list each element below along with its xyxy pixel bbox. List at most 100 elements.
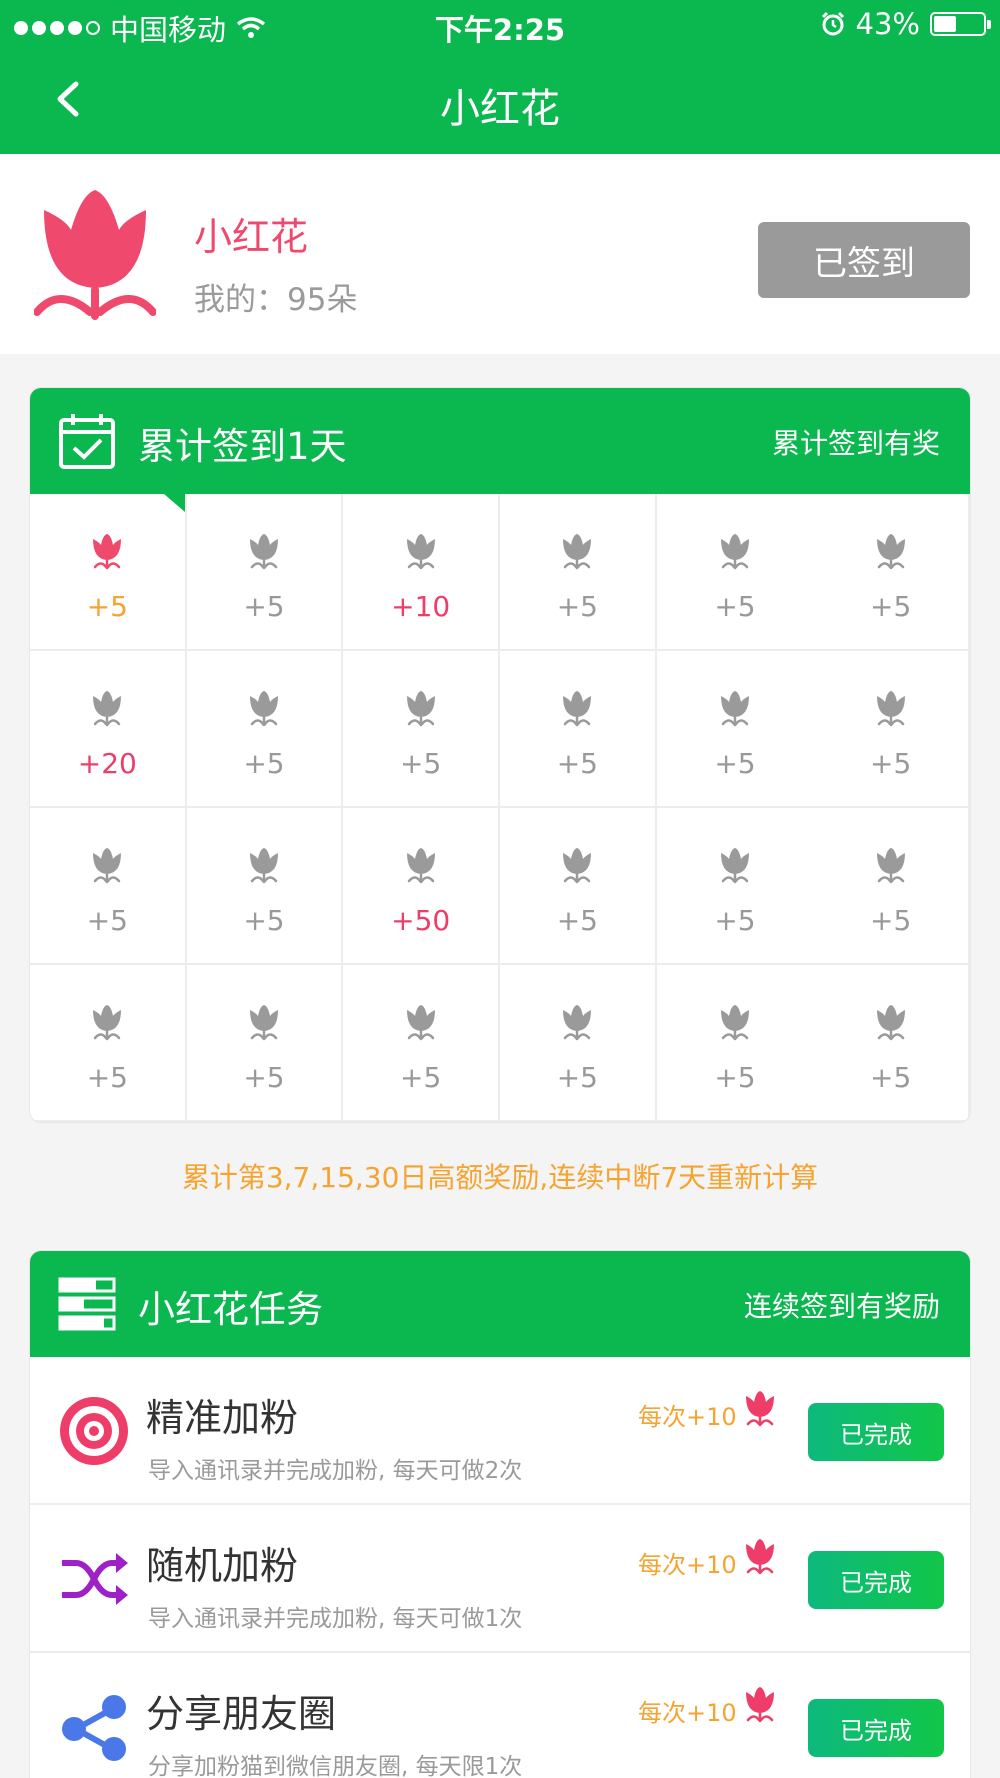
grey-flower-icon xyxy=(563,1005,592,1041)
task-description: 导入通讯录并完成加粉, 每天可做1次 xyxy=(148,1606,523,1632)
completed-button[interactable]: 已完成 xyxy=(808,1403,944,1461)
checkin-day-reward: +5 xyxy=(86,590,128,623)
red-flower-icon xyxy=(34,190,156,320)
task-item[interactable]: 分享朋友圈 分享加粉猫到微信朋友圈, 每天限1次 每次+10 已完成 xyxy=(30,1653,970,1778)
checkin-day-reward: +5 xyxy=(243,1061,285,1094)
checkin-day-reward: +5 xyxy=(714,904,756,937)
signed-in-button[interactable]: 已签到 xyxy=(758,222,970,298)
checkin-day-cell: +5 xyxy=(186,808,344,965)
checkin-day-cell: +50 xyxy=(343,808,500,965)
checkin-day-reward: +5 xyxy=(400,747,442,780)
checkin-day-reward: +5 xyxy=(86,904,128,937)
grey-flower-icon xyxy=(249,1005,278,1041)
checkin-day-cell: +5 xyxy=(813,808,970,965)
checkin-day-reward: +10 xyxy=(391,590,451,623)
checkin-title: 累计签到1天 xyxy=(138,425,347,468)
grey-flower-icon xyxy=(876,691,905,727)
task-name: 随机加粉 xyxy=(146,1544,299,1588)
red-flower-icon xyxy=(746,1687,774,1723)
grey-flower-icon xyxy=(406,1005,435,1041)
grey-flower-icon xyxy=(93,848,122,884)
checkin-day-reward: +5 xyxy=(870,904,912,937)
grey-flower-icon xyxy=(249,534,278,570)
checkin-day-reward: +5 xyxy=(243,904,285,937)
grey-flower-icon xyxy=(93,691,122,727)
checkin-day-reward: +5 xyxy=(870,590,912,623)
checkin-day-reward: +5 xyxy=(556,904,598,937)
grey-flower-icon xyxy=(876,1005,905,1041)
checkin-grid: +5 +5 +10 +5 +5 +5 +20 +5 +5 +5 +5 +5 +5 +5 +50 +5 +5 +5 +… xyxy=(30,494,970,1122)
tasks-title: 小红花任务 xyxy=(138,1288,323,1331)
checkin-day-reward: +5 xyxy=(714,1061,756,1094)
task-item[interactable]: 随机加粉 导入通讯录并完成加粉, 每天可做1次 每次+10 已完成 xyxy=(30,1505,970,1653)
grey-flower-icon xyxy=(720,534,749,570)
checkin-day-cell: +5 xyxy=(30,965,187,1122)
profile-name: 小红花 xyxy=(194,215,309,259)
grey-flower-icon xyxy=(563,534,592,570)
navigation-bar: 小红花 xyxy=(0,50,1000,154)
checkin-day-cell: +5 xyxy=(813,651,970,808)
grey-flower-icon xyxy=(563,691,592,727)
checkin-day-reward: +5 xyxy=(400,1061,442,1094)
checkin-day-reward: +5 xyxy=(556,747,598,780)
battery-percent: 43% xyxy=(855,7,920,41)
checkin-card: 累计签到1天 累计签到有奖 +5 +5 +10 +5 +5 +5 +20 +5 +5 +5 +5 +5… xyxy=(29,387,971,1123)
checkin-notice: 累计第3,7,15,30日高额奖励,连续中断7天重新计算 xyxy=(181,1161,819,1194)
tasks-header: 小红花任务 连续签到有奖励 xyxy=(30,1251,970,1357)
checkin-day-reward: +5 xyxy=(870,747,912,780)
checkin-day-cell: +5 xyxy=(186,965,344,1122)
grey-flower-icon xyxy=(249,691,278,727)
grey-flower-icon xyxy=(720,691,749,727)
flower-count: 我的：95朵 xyxy=(194,282,358,318)
checkin-rewards-link[interactable]: 累计签到有奖 xyxy=(772,422,940,462)
task-name: 精准加粉 xyxy=(146,1396,299,1440)
checkin-day-cell: +5 xyxy=(500,965,657,1122)
task-name: 分享朋友圈 xyxy=(146,1692,337,1736)
checkin-day-reward: +5 xyxy=(243,747,285,780)
target-icon xyxy=(60,1397,128,1465)
grey-flower-icon xyxy=(406,691,435,727)
checkin-day-cell: +5 xyxy=(656,651,814,808)
checkin-day-reward: +5 xyxy=(556,590,598,623)
grey-flower-icon xyxy=(720,848,749,884)
checkin-day-reward: +5 xyxy=(243,590,285,623)
task-reward: 每次+10 xyxy=(638,1699,737,1727)
red-flower-icon xyxy=(746,1539,774,1575)
grey-flower-icon xyxy=(876,534,905,570)
grey-flower-icon xyxy=(876,848,905,884)
checkin-day-reward: +50 xyxy=(391,904,451,937)
task-description: 分享加粉猫到微信朋友圈, 每天限1次 xyxy=(148,1754,523,1778)
checkin-day-cell: +5 xyxy=(656,494,814,651)
checkin-day-reward: +5 xyxy=(86,1061,128,1094)
checkin-day-reward: +5 xyxy=(714,747,756,780)
checkin-day-cell: +5 xyxy=(500,494,657,651)
grey-flower-icon xyxy=(563,848,592,884)
grey-flower-icon xyxy=(406,534,435,570)
checkin-day-cell: +20 xyxy=(30,651,187,808)
task-item[interactable]: 精准加粉 导入通讯录并完成加粉, 每天可做2次 每次+10 已完成 xyxy=(30,1357,970,1505)
tasks-rewards-link[interactable]: 连续签到有奖励 xyxy=(744,1285,940,1325)
checkin-day-cell: +5 xyxy=(500,808,657,965)
checkin-day-cell: +5 xyxy=(30,494,187,651)
red-flower-icon xyxy=(746,1391,774,1427)
checkin-day-cell: +5 xyxy=(186,651,344,808)
checkin-day-cell: +5 xyxy=(30,808,187,965)
checkin-day-reward: +5 xyxy=(714,590,756,623)
grey-flower-icon xyxy=(720,1005,749,1041)
profile-section: 小红花 我的：95朵 已签到 xyxy=(0,154,1000,354)
grey-flower-icon xyxy=(93,1005,122,1041)
alarm-icon xyxy=(821,11,844,36)
completed-button[interactable]: 已完成 xyxy=(808,1551,944,1609)
shuffle-icon xyxy=(62,1553,128,1605)
checkin-day-cell: +5 xyxy=(500,651,657,808)
checkin-day-cell: +5 xyxy=(343,651,500,808)
red-flower-icon xyxy=(93,534,122,570)
tasks-card: 小红花任务 连续签到有奖励 精准加粉 导入通讯录并完成加粉, 每天可做2次 每次… xyxy=(29,1250,971,1778)
battery-icon xyxy=(930,12,991,36)
checkin-day-cell: +5 xyxy=(813,494,970,651)
checkin-day-reward: +20 xyxy=(77,747,137,780)
share-icon xyxy=(62,1695,126,1761)
checkin-day-cell: +5 xyxy=(656,808,814,965)
completed-button[interactable]: 已完成 xyxy=(808,1699,944,1757)
checkin-day-cell: +5 xyxy=(343,965,500,1122)
